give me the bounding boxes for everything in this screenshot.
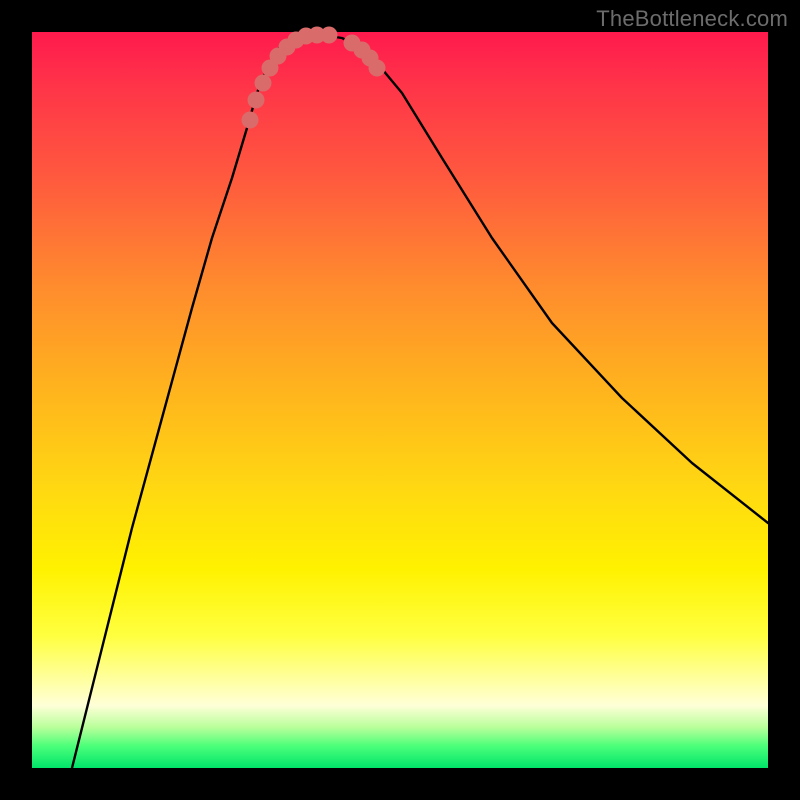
bottleneck-curve [72, 35, 768, 768]
chart-frame [32, 32, 768, 768]
highlight-dot [369, 60, 386, 77]
highlight-dots-right [344, 35, 386, 77]
highlight-dot [248, 92, 265, 109]
chart-svg [32, 32, 768, 768]
watermark-text: TheBottleneck.com [596, 6, 788, 32]
highlight-dots-left [242, 27, 338, 129]
highlight-dot [321, 27, 338, 44]
highlight-dot [242, 112, 259, 129]
highlight-dot [255, 75, 272, 92]
